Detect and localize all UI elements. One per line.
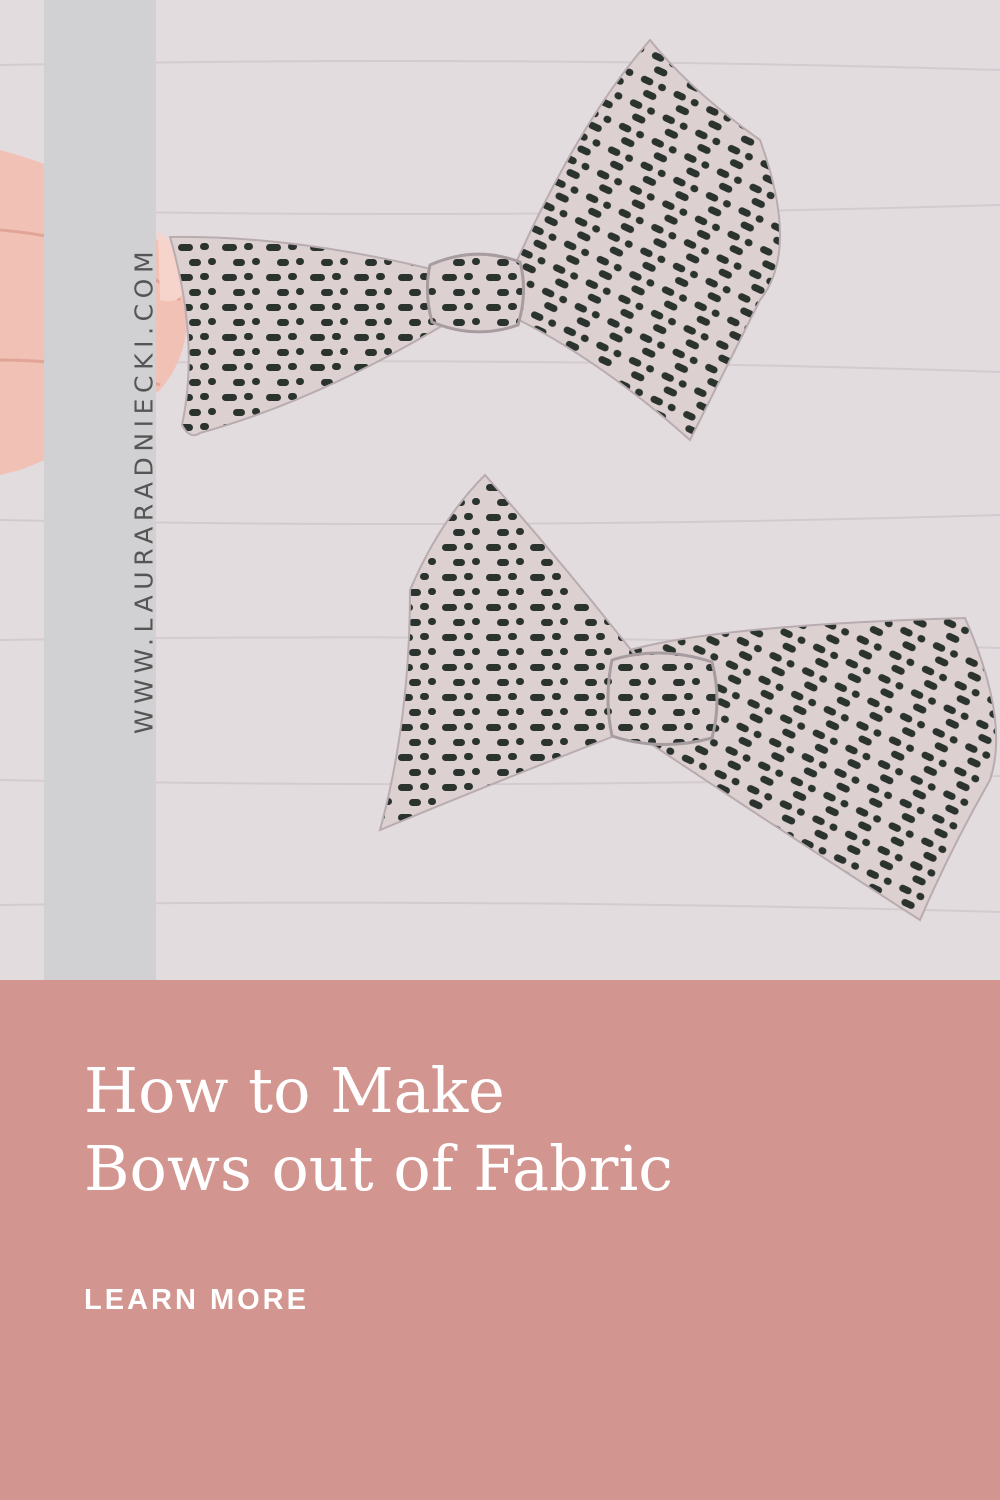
title-line-2: Bows out of Fabric [84, 1132, 673, 1205]
page-title: How to Make Bows out of Fabric [84, 1052, 984, 1208]
site-url: WWW.LAURARADNIECKI.COM [129, 245, 159, 735]
learn-more-link[interactable]: LEARN MORE [84, 1284, 309, 1317]
side-band: WWW.LAURARADNIECKI.COM [44, 0, 159, 980]
title-line-1: How to Make [84, 1054, 505, 1127]
hero-photo: WWW.LAURARADNIECKI.COM [0, 0, 1000, 980]
bow-top [168, 38, 781, 442]
bow-bottom [378, 473, 998, 922]
